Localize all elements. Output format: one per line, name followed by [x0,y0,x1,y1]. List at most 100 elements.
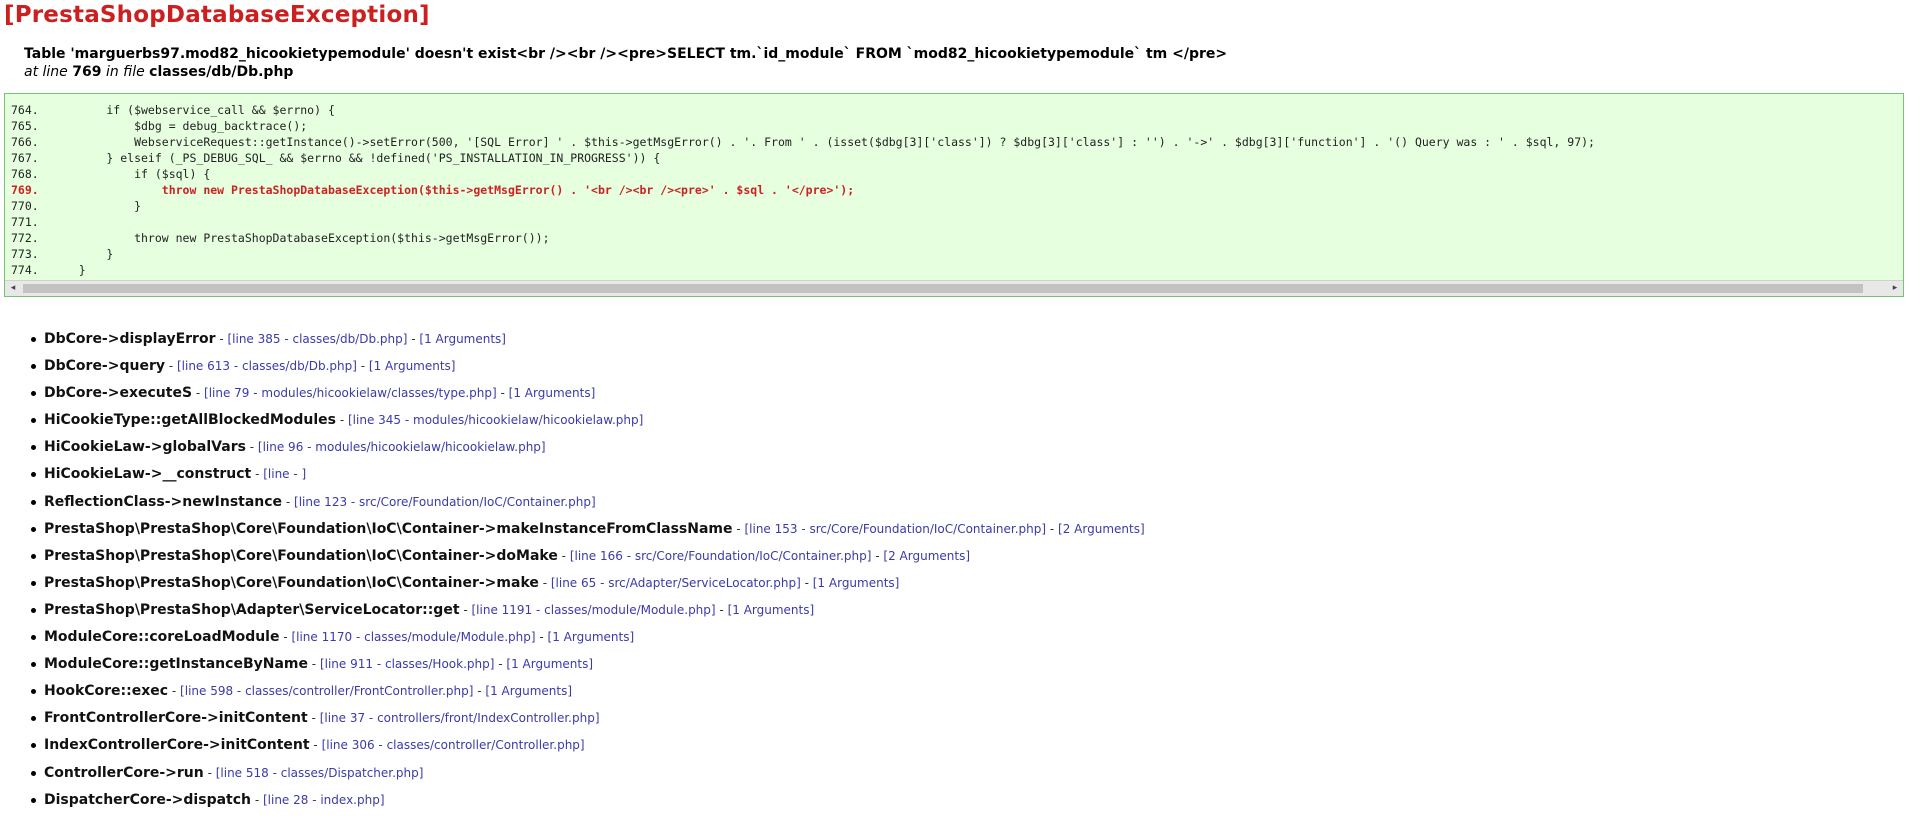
trace-location-link[interactable]: [line 1191 - classes/module/Module.php] [471,603,715,617]
scrollbar-thumb[interactable] [23,284,1863,293]
code-line-number: 774. [11,263,39,277]
exception-location: at line 769 in file classes/db/Db.php [24,64,293,80]
code-line-number: 770. [11,199,39,213]
trace-function: DispatcherCore->dispatch [44,791,251,808]
scroll-left-icon[interactable]: ◂ [5,281,21,296]
trace-arguments-link[interactable]: [1 Arguments] [813,576,900,590]
code-line-text: throw new PrestaShopDatabaseException($t… [51,231,550,245]
trace-function: DbCore->query [44,358,165,375]
trace-location-link[interactable]: [line 613 - classes/db/Db.php] [177,359,357,373]
trace-function: FrontControllerCore->initContent [44,710,308,727]
trace-location-link[interactable]: [line 385 - classes/db/Db.php] [227,332,407,346]
trace-location-link[interactable]: [line 153 - src/Core/Foundation/IoC/Cont… [744,522,1046,536]
location-prefix: at line [24,64,68,80]
stack-trace-item: HiCookieLaw->globalVars - [line 96 - mod… [31,434,1145,461]
stack-trace-item: PrestaShop\PrestaShop\Adapter\ServiceLoc… [31,597,1145,624]
location-line-number: 769 [72,64,102,80]
trace-location-link[interactable]: [line - ] [263,467,306,481]
code-line-number: 771. [11,215,39,229]
trace-location-link[interactable]: [line 598 - classes/controller/FrontCont… [180,684,473,698]
stack-trace-item: HookCore::exec - [line 598 - classes/con… [31,678,1145,705]
code-line-text: } elseif (_PS_DEBUG_SQL_ && $errno && !d… [51,151,661,165]
trace-function: HiCookieLaw->__construct [44,466,252,483]
stack-trace-item: ReflectionClass->newInstance - [line 123… [31,489,1145,516]
trace-arguments-link[interactable]: [1 Arguments] [369,359,456,373]
trace-location-link[interactable]: [line 79 - modules/hicookielaw/classes/t… [204,386,497,400]
code-line-number: 769. [11,183,39,197]
trace-arguments-link[interactable]: [1 Arguments] [548,630,635,644]
stack-trace-item: PrestaShop\PrestaShop\Core\Foundation\Io… [31,543,1145,570]
horizontal-scrollbar[interactable]: ◂ ▸ [5,280,1903,296]
trace-arguments-link[interactable]: [1 Arguments] [509,386,596,400]
trace-location-link[interactable]: [line 96 - modules/hicookielaw/hicookiel… [258,440,546,454]
stack-trace-item: IndexControllerCore->initContent - [line… [31,732,1145,759]
code-excerpt: 764. if ($webservice_call && $errno) {76… [4,93,1904,297]
location-mid: in file [105,64,145,80]
code-line: 766. WebserviceRequest::getInstance()->s… [11,134,1896,150]
trace-function: ModuleCore::coreLoadModule [44,629,280,646]
code-line-text: $dbg = debug_backtrace(); [51,119,308,133]
trace-function: HiCookieLaw->globalVars [44,439,246,456]
trace-arguments-link[interactable]: [1 Arguments] [728,603,815,617]
trace-arguments-link[interactable]: [2 Arguments] [883,549,970,563]
code-line-number: 766. [11,135,39,149]
code-line: 765. $dbg = debug_backtrace(); [11,118,1896,134]
trace-function: ReflectionClass->newInstance [44,493,283,510]
trace-location-link[interactable]: [line 345 - modules/hicookielaw/hicookie… [348,413,643,427]
trace-location-link[interactable]: [line 518 - classes/Dispatcher.php] [216,766,424,780]
code-line: 771. [11,214,1896,230]
stack-trace-item: HiCookieLaw->__construct - [line - ] [31,461,1145,488]
code-line: 770. } [11,198,1896,214]
trace-location-link[interactable]: [line 306 - classes/controller/Controlle… [322,738,585,752]
stack-trace-item: ControllerCore->run - [line 518 - classe… [31,760,1145,787]
trace-arguments-link[interactable]: [2 Arguments] [1058,522,1145,536]
code-line-text: throw new PrestaShopDatabaseException($t… [51,183,855,197]
trace-function: HookCore::exec [44,683,169,700]
code-line-number: 768. [11,167,39,181]
stack-trace-item: ModuleCore::coreLoadModule - [line 1170 … [31,624,1145,651]
code-line: 774. } [11,262,1896,278]
trace-location-link[interactable]: [line 166 - src/Core/Foundation/IoC/Cont… [570,549,872,563]
code-line: 768. if ($sql) { [11,166,1896,182]
trace-location-link[interactable]: [line 65 - src/Adapter/ServiceLocator.ph… [551,576,801,590]
trace-function: HiCookieType::getAllBlockedModules [44,412,337,429]
stack-trace-item: ModuleCore::getInstanceByName - [line 91… [31,651,1145,678]
trace-location-link[interactable]: [line 28 - index.php] [263,793,385,807]
trace-function: PrestaShop\PrestaShop\Adapter\ServiceLoc… [44,601,460,618]
code-line-number: 773. [11,247,39,261]
code-line: 772. throw new PrestaShopDatabaseExcepti… [11,230,1896,246]
trace-arguments-link[interactable]: [1 Arguments] [506,657,593,671]
stack-trace-item: FrontControllerCore->initContent - [line… [31,705,1145,732]
trace-location-link[interactable]: [line 911 - classes/Hook.php] [320,657,494,671]
scroll-right-icon[interactable]: ▸ [1887,281,1903,296]
code-line-number: 764. [11,103,39,117]
code-line-text: } [51,247,114,261]
stack-trace-item: PrestaShop\PrestaShop\Core\Foundation\Io… [31,516,1145,543]
trace-location-link[interactable]: [line 37 - controllers/front/IndexContro… [320,711,600,725]
trace-function: PrestaShop\PrestaShop\Core\Foundation\Io… [44,574,539,591]
trace-arguments-link[interactable]: [1 Arguments] [419,332,506,346]
code-line: 767. } elseif (_PS_DEBUG_SQL_ && $errno … [11,150,1896,166]
code-line-text: WebserviceRequest::getInstance()->setErr… [51,135,1595,149]
code-lines: 764. if ($webservice_call && $errno) {76… [11,102,1896,278]
stack-trace-list: DbCore->displayError - [line 385 - class… [31,326,1145,814]
code-line-highlighted: 769. throw new PrestaShopDatabaseExcepti… [11,182,1896,198]
trace-function: ControllerCore->run [44,764,204,781]
trace-location-link[interactable]: [line 123 - src/Core/Foundation/IoC/Cont… [294,495,596,509]
trace-function: PrestaShop\PrestaShop\Core\Foundation\Io… [44,520,733,537]
trace-function: IndexControllerCore->initContent [44,737,310,754]
code-line: 764. if ($webservice_call && $errno) { [11,102,1896,118]
trace-arguments-link[interactable]: [1 Arguments] [485,684,572,698]
code-line-text: } [51,199,142,213]
stack-trace-item: DbCore->executeS - [line 79 - modules/hi… [31,380,1145,407]
code-line-text: if ($webservice_call && $errno) { [51,103,335,117]
trace-location-link[interactable]: [line 1170 - classes/module/Module.php] [291,630,535,644]
code-line-number: 767. [11,151,39,165]
trace-function: ModuleCore::getInstanceByName [44,656,308,673]
code-line: 773. } [11,246,1896,262]
trace-function: DbCore->displayError [44,331,216,347]
trace-function: DbCore->executeS [44,385,193,402]
stack-trace-item: DispatcherCore->dispatch - [line 28 - in… [31,787,1145,814]
code-line-number: 772. [11,231,39,245]
location-file: classes/db/Db.php [149,64,294,80]
